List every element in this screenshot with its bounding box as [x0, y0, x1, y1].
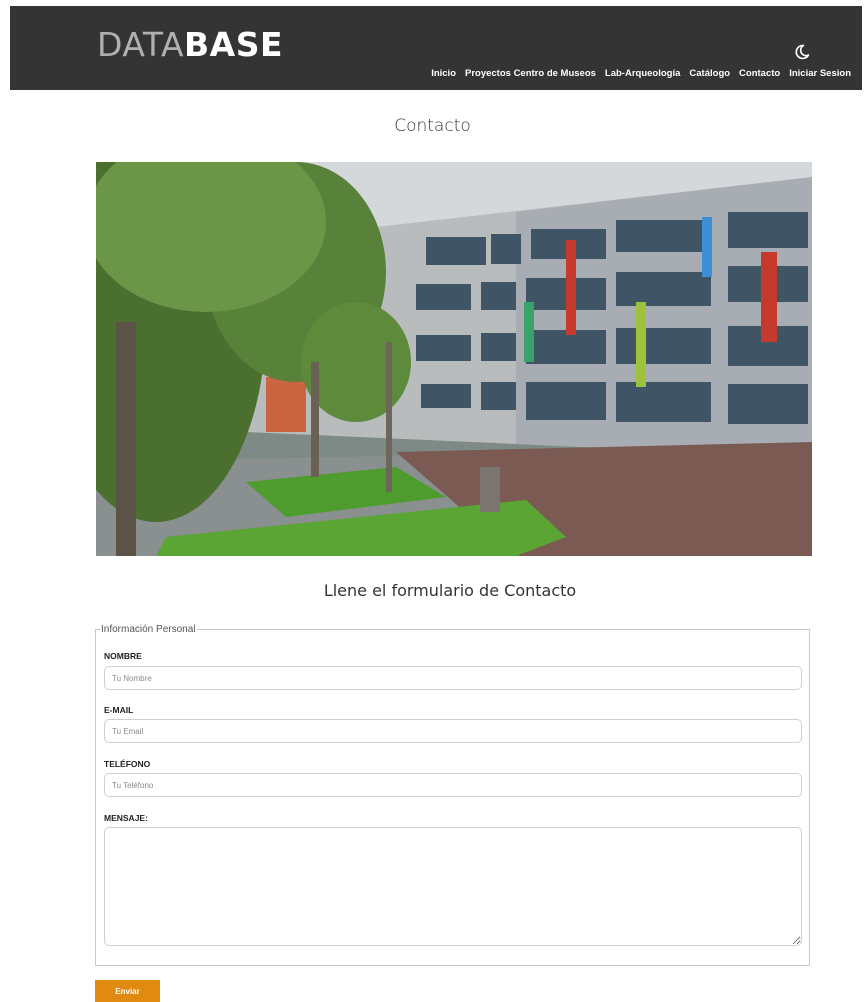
nav-item-iniciar-sesion[interactable]: Iniciar Sesion [789, 68, 851, 79]
hero-image [96, 162, 812, 556]
nav-item-proyectos[interactable]: Proyectos Centro de Museos [465, 68, 596, 79]
site-logo[interactable]: DATABASE [97, 28, 283, 61]
phone-label: TELÉFONO [104, 759, 151, 769]
email-label: E-MAIL [104, 705, 134, 715]
header-bar: DATABASE Inicio Proyectos Centro de Muse… [10, 6, 862, 90]
page-title: Contacto [394, 116, 471, 136]
message-textarea[interactable] [104, 827, 802, 946]
phone-input[interactable] [104, 773, 802, 797]
name-label: NOMBRE [104, 651, 142, 661]
nav-item-lab-arqueologia[interactable]: Lab-Arqueología [605, 68, 680, 79]
name-input[interactable] [104, 666, 802, 690]
logo-text-bold: BASE [184, 25, 284, 64]
nav-item-inicio[interactable]: Inicio [431, 68, 456, 79]
logo-text-light: DATA [97, 25, 185, 64]
email-input[interactable] [104, 719, 802, 743]
nav-item-contacto[interactable]: Contacto [739, 68, 780, 79]
fieldset-legend: Información Personal [101, 624, 196, 635]
moon-icon[interactable] [794, 44, 810, 60]
submit-button[interactable]: Enviar [95, 980, 160, 1002]
nav-item-catalogo[interactable]: Catálogo [689, 68, 730, 79]
message-label: MENSAJE: [104, 813, 148, 823]
form-title: Llene el formulario de Contacto [323, 581, 577, 600]
main-nav: Inicio Proyectos Centro de Museos Lab-Ar… [431, 68, 851, 79]
